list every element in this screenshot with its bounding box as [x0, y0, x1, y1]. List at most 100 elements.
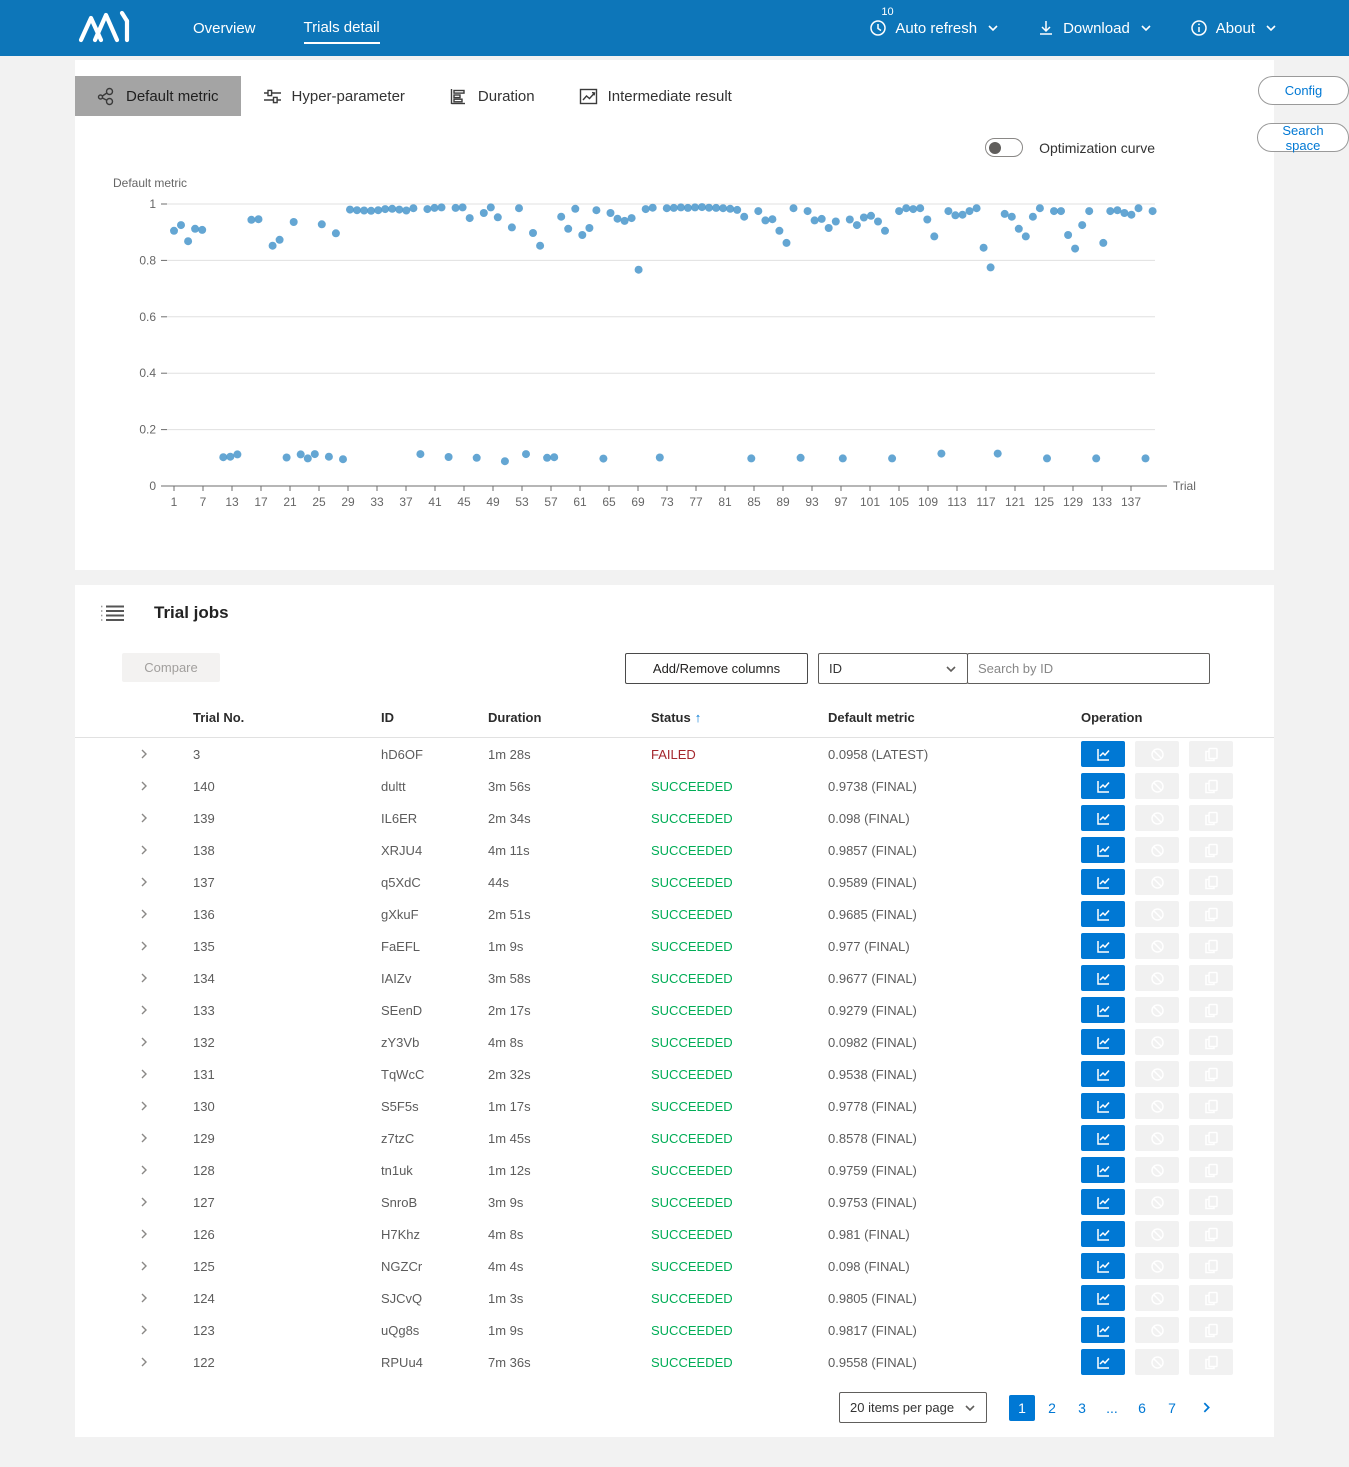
kill-trial-button[interactable] [1135, 1029, 1179, 1055]
column-header-operation[interactable]: Operation [1081, 710, 1252, 725]
items-per-page-select[interactable]: 20 items per page [839, 1392, 987, 1423]
search-input[interactable] [967, 653, 1210, 684]
tab-default-metric[interactable]: Default metric [75, 76, 241, 116]
expand-chevron-icon[interactable] [138, 1100, 150, 1112]
copy-trial-button[interactable] [1189, 1061, 1233, 1087]
expand-chevron-icon[interactable] [138, 1068, 150, 1080]
kill-trial-button[interactable] [1135, 933, 1179, 959]
page-button-2[interactable]: 2 [1039, 1395, 1065, 1421]
copy-trial-button[interactable] [1189, 1125, 1233, 1151]
copy-trial-button[interactable] [1189, 1253, 1233, 1279]
expand-chevron-icon[interactable] [138, 1228, 150, 1240]
intermediate-result-button[interactable] [1081, 1253, 1125, 1279]
expand-chevron-icon[interactable] [138, 1260, 150, 1272]
next-page-button[interactable] [1193, 1395, 1219, 1421]
kill-trial-button[interactable] [1135, 1221, 1179, 1247]
column-header-default-metric[interactable]: Default metric [828, 710, 1081, 725]
copy-trial-button[interactable] [1189, 1157, 1233, 1183]
column-header-duration[interactable]: Duration [488, 710, 651, 725]
intermediate-result-button[interactable] [1081, 741, 1125, 767]
kill-trial-button[interactable] [1135, 869, 1179, 895]
copy-trial-button[interactable] [1189, 805, 1233, 831]
expand-chevron-icon[interactable] [138, 1132, 150, 1144]
expand-chevron-icon[interactable] [138, 940, 150, 952]
copy-trial-button[interactable] [1189, 1189, 1233, 1215]
column-header-status[interactable]: Status↑ [651, 710, 828, 725]
expand-chevron-icon[interactable] [138, 748, 150, 760]
kill-trial-button[interactable] [1135, 1317, 1179, 1343]
intermediate-result-button[interactable] [1081, 1125, 1125, 1151]
expand-chevron-icon[interactable] [138, 908, 150, 920]
copy-trial-button[interactable] [1189, 1317, 1233, 1343]
search-filter-select[interactable]: ID [818, 653, 968, 684]
kill-trial-button[interactable] [1135, 1189, 1179, 1215]
intermediate-result-button[interactable] [1081, 869, 1125, 895]
copy-trial-button[interactable] [1189, 869, 1233, 895]
intermediate-result-button[interactable] [1081, 773, 1125, 799]
tab-intermediate-result[interactable]: Intermediate result [557, 76, 754, 116]
page-button-3[interactable]: 3 [1069, 1395, 1095, 1421]
auto-refresh-menu[interactable]: 10 Auto refresh [869, 19, 999, 37]
copy-trial-button[interactable] [1189, 1093, 1233, 1119]
intermediate-result-button[interactable] [1081, 933, 1125, 959]
intermediate-result-button[interactable] [1081, 1349, 1125, 1375]
copy-trial-button[interactable] [1189, 1285, 1233, 1311]
intermediate-result-button[interactable] [1081, 1029, 1125, 1055]
kill-trial-button[interactable] [1135, 1125, 1179, 1151]
nav-trials-detail[interactable]: Trials detail [304, 13, 380, 44]
kill-trial-button[interactable] [1135, 901, 1179, 927]
intermediate-result-button[interactable] [1081, 997, 1125, 1023]
optimization-curve-toggle[interactable] [985, 138, 1023, 157]
about-menu[interactable]: About [1190, 19, 1277, 37]
intermediate-result-button[interactable] [1081, 1221, 1125, 1247]
copy-trial-button[interactable] [1189, 837, 1233, 863]
copy-trial-button[interactable] [1189, 1349, 1233, 1375]
expand-chevron-icon[interactable] [138, 1036, 150, 1048]
kill-trial-button[interactable] [1135, 741, 1179, 767]
kill-trial-button[interactable] [1135, 1061, 1179, 1087]
copy-trial-button[interactable] [1189, 997, 1233, 1023]
column-header-id[interactable]: ID [381, 710, 488, 725]
expand-chevron-icon[interactable] [138, 1292, 150, 1304]
expand-chevron-icon[interactable] [138, 1164, 150, 1176]
expand-chevron-icon[interactable] [138, 812, 150, 824]
page-button-7[interactable]: 7 [1159, 1395, 1185, 1421]
copy-trial-button[interactable] [1189, 741, 1233, 767]
expand-chevron-icon[interactable] [138, 972, 150, 984]
expand-chevron-icon[interactable] [138, 876, 150, 888]
intermediate-result-button[interactable] [1081, 1189, 1125, 1215]
intermediate-result-button[interactable] [1081, 965, 1125, 991]
expand-chevron-icon[interactable] [138, 844, 150, 856]
intermediate-result-button[interactable] [1081, 805, 1125, 831]
column-header-trial-no-[interactable]: Trial No. [193, 710, 381, 725]
kill-trial-button[interactable] [1135, 773, 1179, 799]
kill-trial-button[interactable] [1135, 1349, 1179, 1375]
default-metric-scatter-chart[interactable]: 00.20.40.60.8117131721252933374145495357… [75, 171, 1274, 521]
expand-chevron-icon[interactable] [138, 1196, 150, 1208]
intermediate-result-button[interactable] [1081, 901, 1125, 927]
page-button-1[interactable]: 1 [1009, 1395, 1035, 1421]
kill-trial-button[interactable] [1135, 1253, 1179, 1279]
page-button-6[interactable]: 6 [1129, 1395, 1155, 1421]
nav-overview[interactable]: Overview [193, 14, 256, 43]
compare-button[interactable]: Compare [122, 653, 220, 682]
copy-trial-button[interactable] [1189, 1029, 1233, 1055]
tab-hyper-parameter[interactable]: Hyper-parameter [241, 76, 427, 116]
intermediate-result-button[interactable] [1081, 1317, 1125, 1343]
config-button[interactable]: Config [1258, 76, 1349, 105]
intermediate-result-button[interactable] [1081, 1285, 1125, 1311]
kill-trial-button[interactable] [1135, 805, 1179, 831]
intermediate-result-button[interactable] [1081, 1093, 1125, 1119]
kill-trial-button[interactable] [1135, 1093, 1179, 1119]
copy-trial-button[interactable] [1189, 933, 1233, 959]
kill-trial-button[interactable] [1135, 997, 1179, 1023]
intermediate-result-button[interactable] [1081, 1157, 1125, 1183]
copy-trial-button[interactable] [1189, 773, 1233, 799]
download-menu[interactable]: Download [1037, 19, 1152, 37]
expand-chevron-icon[interactable] [138, 780, 150, 792]
intermediate-result-button[interactable] [1081, 837, 1125, 863]
add-remove-columns-button[interactable]: Add/Remove columns [625, 653, 808, 684]
tab-duration[interactable]: Duration [427, 76, 557, 116]
kill-trial-button[interactable] [1135, 1285, 1179, 1311]
intermediate-result-button[interactable] [1081, 1061, 1125, 1087]
